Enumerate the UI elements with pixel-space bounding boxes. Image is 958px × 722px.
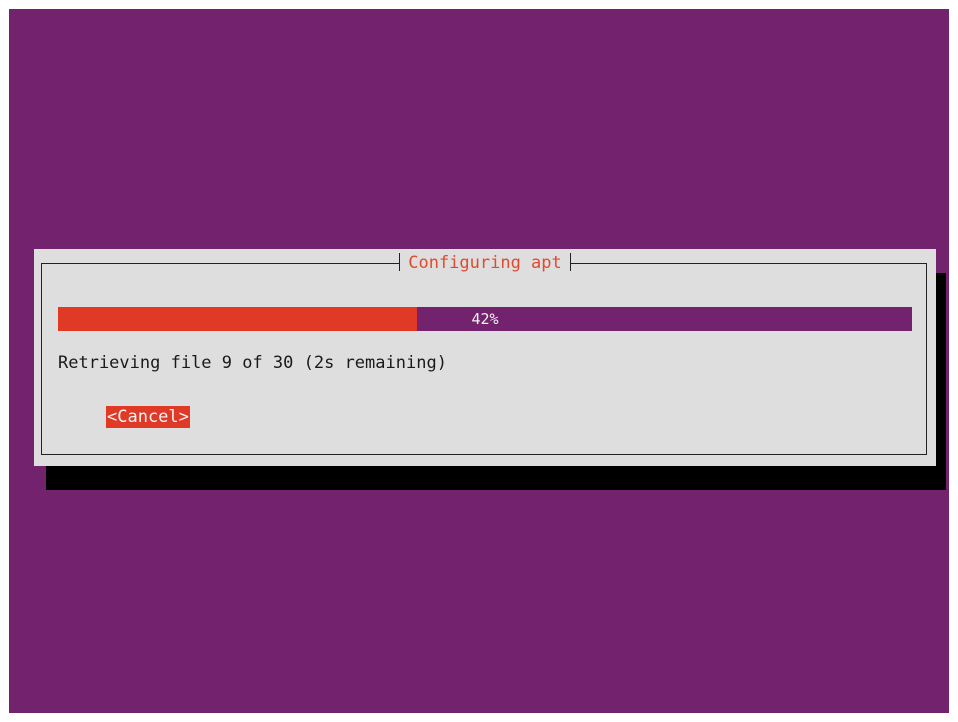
- dialog-title-bar: Configuring apt: [34, 249, 936, 277]
- configuring-apt-dialog: Configuring apt 42% Retrieving file 9 of…: [34, 249, 936, 466]
- progress-bar: 42%: [58, 307, 912, 331]
- status-text: Retrieving file 9 of 30 (2s remaining): [58, 353, 447, 373]
- dialog-title: Configuring apt: [399, 249, 571, 277]
- progress-percent: 42%: [471, 310, 499, 328]
- installer-screen: Configuring apt 42% Retrieving file 9 of…: [9, 9, 949, 713]
- cancel-button[interactable]: <Cancel>: [106, 406, 190, 428]
